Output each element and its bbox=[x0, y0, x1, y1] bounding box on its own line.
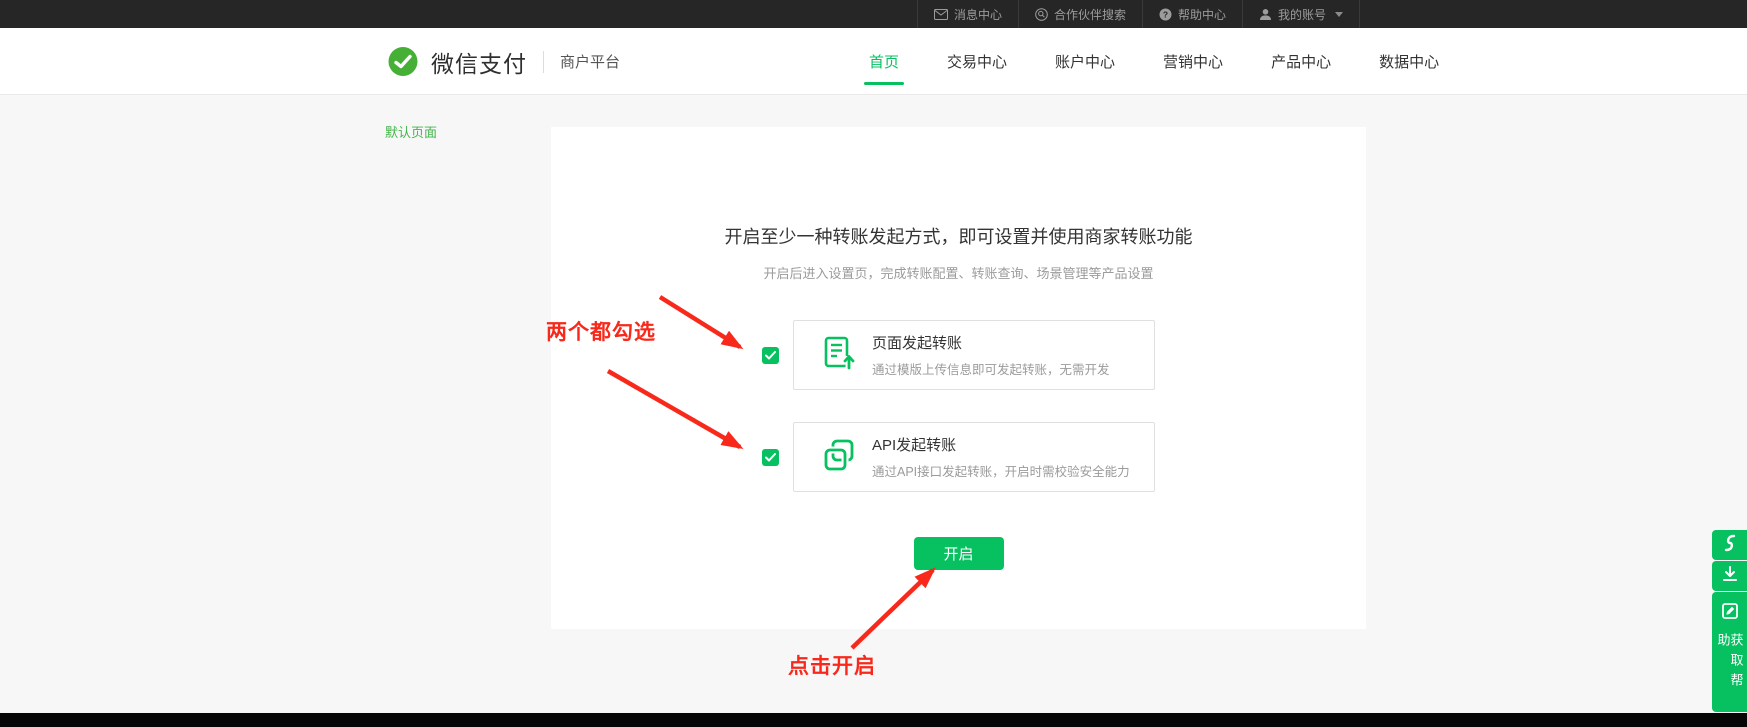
wechat-pay-logo-icon bbox=[385, 44, 421, 80]
api-transfer-icon bbox=[820, 436, 858, 479]
mail-icon bbox=[934, 9, 948, 20]
my-account-menu-item[interactable]: 我的账号 bbox=[1242, 0, 1360, 28]
help-icon: ? bbox=[1159, 8, 1172, 21]
nav-data-center[interactable]: 数据中心 bbox=[1377, 28, 1441, 95]
page-transfer-icon bbox=[820, 334, 858, 377]
bottom-black-bar bbox=[0, 713, 1747, 727]
page-transfer-checkbox[interactable] bbox=[762, 347, 779, 364]
panel-title: 开启至少一种转账发起方式，即可设置并使用商家转账功能 bbox=[551, 223, 1366, 249]
panel-subtitle: 开启后进入设置页，完成转账配置、转账查询、场景管理等产品设置 bbox=[551, 263, 1366, 282]
svg-text:?: ? bbox=[1163, 9, 1168, 19]
my-account-label: 我的账号 bbox=[1278, 6, 1326, 23]
open-button[interactable]: 开启 bbox=[914, 537, 1004, 570]
checkbox-check-icon bbox=[765, 351, 776, 360]
miniprogram-button[interactable] bbox=[1712, 530, 1747, 560]
top-utility-bar: 消息中心 合作伙伴搜索 ? 帮助中心 我的账号 bbox=[0, 0, 1747, 28]
download-icon bbox=[1721, 565, 1739, 588]
nav-transaction-center[interactable]: 交易中心 bbox=[945, 28, 1009, 95]
page-transfer-text: 页面发起转账 通过模版上传信息即可发起转账，无需开发 bbox=[872, 332, 1110, 378]
page-transfer-desc: 通过模版上传信息即可发起转账，无需开发 bbox=[872, 359, 1110, 378]
transfer-options: 页面发起转账 通过模版上传信息即可发起转账，无需开发 bbox=[551, 320, 1366, 492]
top-utility-menu: 消息中心 合作伙伴搜索 ? 帮助中心 我的账号 bbox=[917, 0, 1360, 28]
option-row-page-transfer: 页面发起转账 通过模版上传信息即可发起转账，无需开发 bbox=[551, 320, 1366, 390]
page-transfer-title: 页面发起转账 bbox=[872, 332, 1110, 353]
transfer-setup-panel: 开启至少一种转账发起方式，即可设置并使用商家转账功能 开启后进入设置页，完成转账… bbox=[551, 127, 1366, 629]
api-transfer-title: API发起转账 bbox=[872, 434, 1130, 455]
message-center-label: 消息中心 bbox=[954, 6, 1002, 23]
message-center-menu-item[interactable]: 消息中心 bbox=[917, 0, 1018, 28]
user-icon bbox=[1259, 8, 1272, 21]
partner-search-menu-item[interactable]: 合作伙伴搜索 bbox=[1018, 0, 1142, 28]
checkbox-check-icon bbox=[765, 453, 776, 462]
sidebar-item-default-page[interactable]: 默认页面 bbox=[385, 122, 437, 141]
api-transfer-desc: 通过API接口发起转账，开启时需校验安全能力 bbox=[872, 461, 1130, 480]
portal-name: 商户平台 bbox=[560, 51, 620, 72]
main-nav: 首页 交易中心 账户中心 营销中心 产品中心 数据中心 bbox=[867, 28, 1441, 95]
wechat-pay-merchant-page: 消息中心 合作伙伴搜索 ? 帮助中心 我的账号 bbox=[0, 0, 1747, 727]
get-help-button[interactable]: 获取帮助 bbox=[1712, 592, 1747, 712]
nav-account-center[interactable]: 账户中心 bbox=[1053, 28, 1117, 95]
brand-name: 微信支付 bbox=[431, 45, 527, 79]
partner-search-icon bbox=[1035, 8, 1048, 21]
nav-product-center[interactable]: 产品中心 bbox=[1269, 28, 1333, 95]
content-area: 默认页面 开启至少一种转账发起方式，即可设置并使用商家转账功能 开启后进入设置页… bbox=[0, 95, 1747, 713]
nav-marketing-center[interactable]: 营销中心 bbox=[1161, 28, 1225, 95]
chevron-down-icon bbox=[1335, 12, 1343, 17]
annotation-check-both: 两个都勾选 bbox=[546, 316, 656, 346]
api-transfer-text: API发起转账 通过API接口发起转账，开启时需校验安全能力 bbox=[872, 434, 1130, 480]
partner-search-label: 合作伙伴搜索 bbox=[1054, 6, 1126, 23]
api-transfer-card[interactable]: API发起转账 通过API接口发起转账，开启时需校验安全能力 bbox=[793, 422, 1155, 492]
option-row-api-transfer: API发起转账 通过API接口发起转账，开启时需校验安全能力 bbox=[551, 422, 1366, 492]
download-button[interactable] bbox=[1712, 561, 1747, 591]
main-header: 微信支付 商户平台 首页 交易中心 账户中心 营销中心 产品中心 数据中心 bbox=[0, 28, 1747, 95]
brand[interactable]: 微信支付 商户平台 bbox=[385, 28, 620, 95]
brand-divider bbox=[543, 51, 544, 73]
miniprogram-icon bbox=[1721, 533, 1739, 558]
annotation-click-open: 点击开启 bbox=[788, 650, 876, 680]
api-transfer-checkbox[interactable] bbox=[762, 449, 779, 466]
get-help-label: 获取帮助 bbox=[1717, 633, 1743, 712]
nav-home[interactable]: 首页 bbox=[867, 28, 901, 95]
help-center-menu-item[interactable]: ? 帮助中心 bbox=[1142, 0, 1242, 28]
page-transfer-card[interactable]: 页面发起转账 通过模版上传信息即可发起转账，无需开发 bbox=[793, 320, 1155, 390]
help-center-label: 帮助中心 bbox=[1178, 6, 1226, 23]
feedback-icon bbox=[1721, 602, 1739, 625]
